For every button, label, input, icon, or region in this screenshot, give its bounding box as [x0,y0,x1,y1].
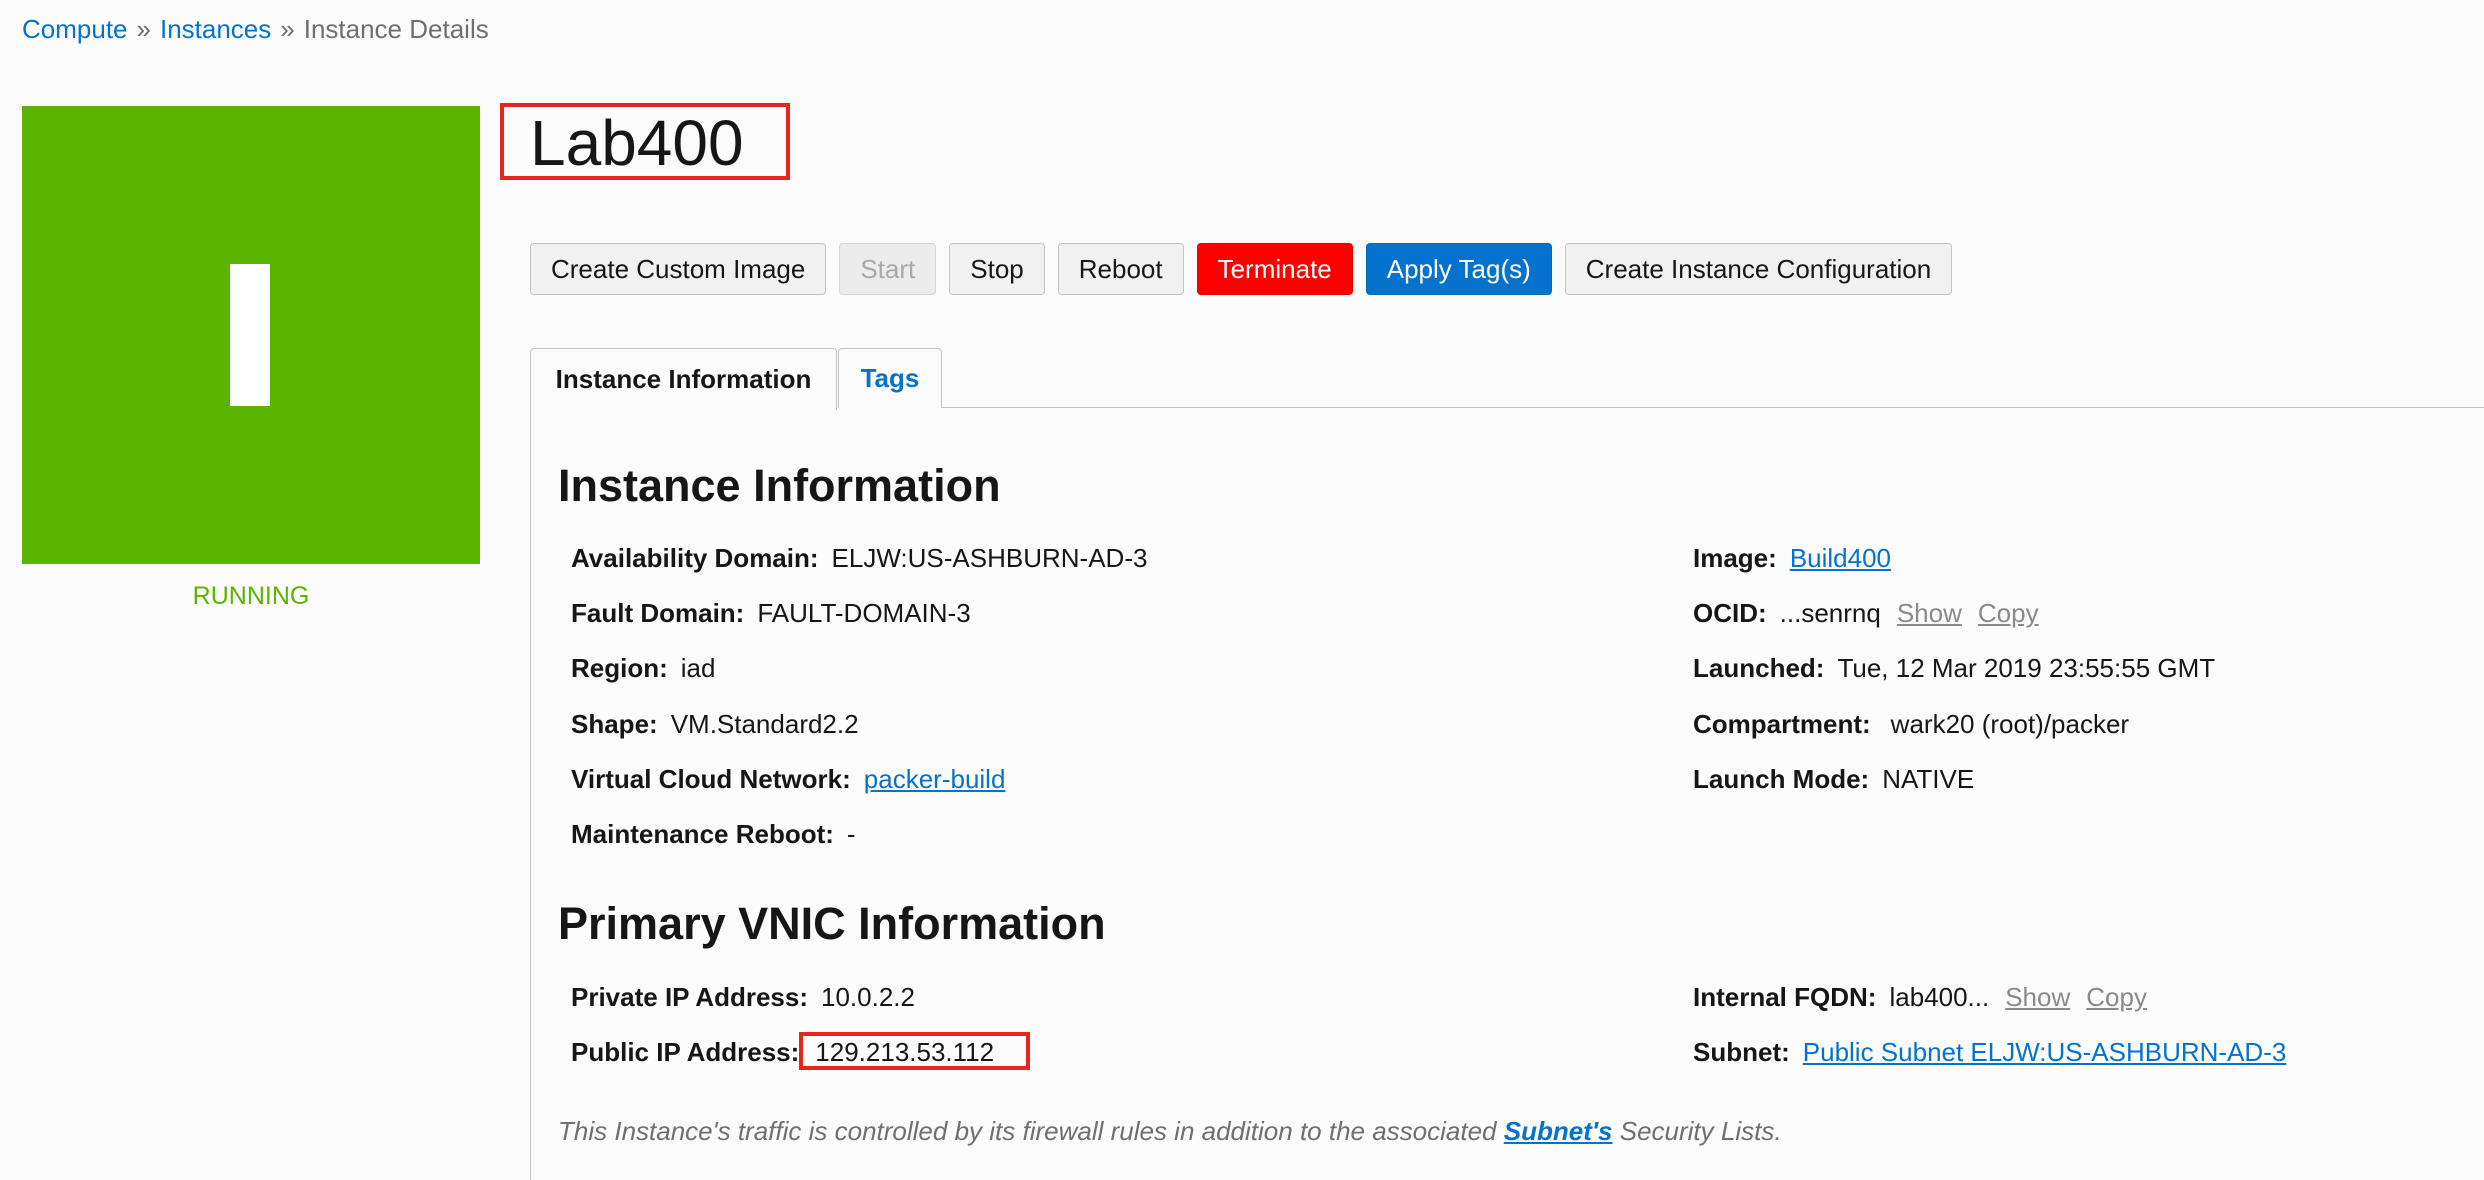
create-instance-configuration-button[interactable]: Create Instance Configuration [1564,243,1953,295]
ocid-copy-link[interactable]: Copy [1978,598,2039,629]
ocid-show-link[interactable]: Show [1897,598,1962,629]
field-value: Tue, 12 Mar 2019 23:55:55 GMT [1837,653,2216,683]
subnet-field: Subnet: Public Subnet ELJW:US-ASHBURN-AD… [1693,1037,2286,1068]
field-label: Private IP Address: [571,982,808,1012]
field-value: wark20 (root)/packer [1890,709,2130,739]
subnet-link[interactable]: Public Subnet ELJW:US-ASHBURN-AD-3 [1803,1037,2287,1068]
field-label: Availability Domain: [571,543,819,573]
availability-domain-field: Availability Domain: ELJW:US-ASHBURN-AD-… [571,543,1147,574]
fqdn-show-link[interactable]: Show [2005,982,2070,1013]
ocid-field: OCID: ...senrnq Show Copy [1693,598,2039,629]
create-custom-image-button[interactable]: Create Custom Image [530,243,827,295]
terminate-button[interactable]: Terminate [1196,243,1353,295]
internal-fqdn-field: Internal FQDN: lab400... Show Copy [1693,982,2147,1013]
field-value: 10.0.2.2 [821,982,915,1012]
instance-status-tile: I [22,106,480,564]
field-value: NATIVE [1882,764,1975,794]
field-label: Launch Mode: [1693,764,1870,794]
compartment-field: Compartment: wark20 (root)/packer [1693,709,2129,740]
field-label: OCID: [1693,598,1767,628]
stop-button[interactable]: Stop [949,243,1045,295]
region-field: Region: iad [571,653,715,684]
image-field: Image: Build400 [1693,543,1891,574]
apply-tags-button[interactable]: Apply Tag(s) [1365,243,1552,295]
start-button[interactable]: Start [839,243,937,295]
breadcrumb-separator: » [136,14,151,44]
field-value: iad [680,653,716,683]
vcn-link[interactable]: packer-build [864,764,1006,795]
footnote-text: Security Lists. [1612,1116,1782,1146]
footnote-text: This Instance's traffic is controlled by… [558,1116,1504,1146]
breadcrumb-separator: » [280,14,295,44]
field-value: FAULT-DOMAIN-3 [757,598,971,628]
field-label: Region: [571,653,668,683]
tab-instance-information[interactable]: Instance Information [530,348,837,410]
field-label: Internal FQDN: [1693,982,1877,1012]
maintenance-reboot-field: Maintenance Reboot: - [571,819,856,850]
action-toolbar: Create Custom Image Start Stop Reboot Te… [530,243,1953,295]
field-label: Subnet: [1693,1037,1790,1067]
field-value: - [846,819,856,849]
field-label: Virtual Cloud Network: [571,764,851,794]
firewall-footnote: This Instance's traffic is controlled by… [558,1116,1782,1147]
launched-field: Launched: Tue, 12 Mar 2019 23:55:55 GMT [1693,653,2215,684]
field-value: ELJW:US-ASHBURN-AD-3 [831,543,1148,573]
shape-field: Shape: VM.Standard2.2 [571,709,859,740]
field-label: Image: [1693,543,1777,573]
image-link[interactable]: Build400 [1790,543,1891,574]
breadcrumb: Compute » Instances » Instance Details [22,14,489,45]
field-label: Fault Domain: [571,598,745,628]
field-value: ...senrnq [1779,598,1881,628]
field-label: Public IP Address: [571,1037,800,1067]
subnets-link[interactable]: Subnet's [1504,1116,1613,1146]
reboot-button[interactable]: Reboot [1057,243,1184,295]
tab-tags[interactable]: Tags [838,348,942,408]
field-value: VM.Standard2.2 [670,709,859,739]
field-value: lab400... [1889,982,1990,1012]
fqdn-copy-link[interactable]: Copy [2086,982,2147,1013]
instance-status-label: RUNNING [192,582,310,610]
fault-domain-field: Fault Domain: FAULT-DOMAIN-3 [571,598,971,629]
instance-letter-icon [230,264,270,406]
field-label: Compartment: [1693,709,1871,739]
primary-vnic-heading: Primary VNIC Information [558,898,1106,949]
launch-mode-field: Launch Mode: NATIVE [1693,764,1974,795]
page-title: Lab400 [530,107,744,179]
tab-divider [838,407,2484,408]
breadcrumb-current: Instance Details [303,14,489,44]
instance-letter: I [22,106,23,107]
virtual-cloud-network-field: Virtual Cloud Network: packer-build [571,764,1005,795]
field-label: Shape: [571,709,658,739]
instance-information-heading: Instance Information [558,460,1001,511]
field-label: Launched: [1693,653,1825,683]
public-ip-highlight-box [799,1032,1030,1070]
field-label: Maintenance Reboot: [571,819,834,849]
private-ip-field: Private IP Address: 10.0.2.2 [571,982,915,1013]
breadcrumb-compute-link[interactable]: Compute [22,14,128,44]
breadcrumb-instances-link[interactable]: Instances [160,14,271,44]
